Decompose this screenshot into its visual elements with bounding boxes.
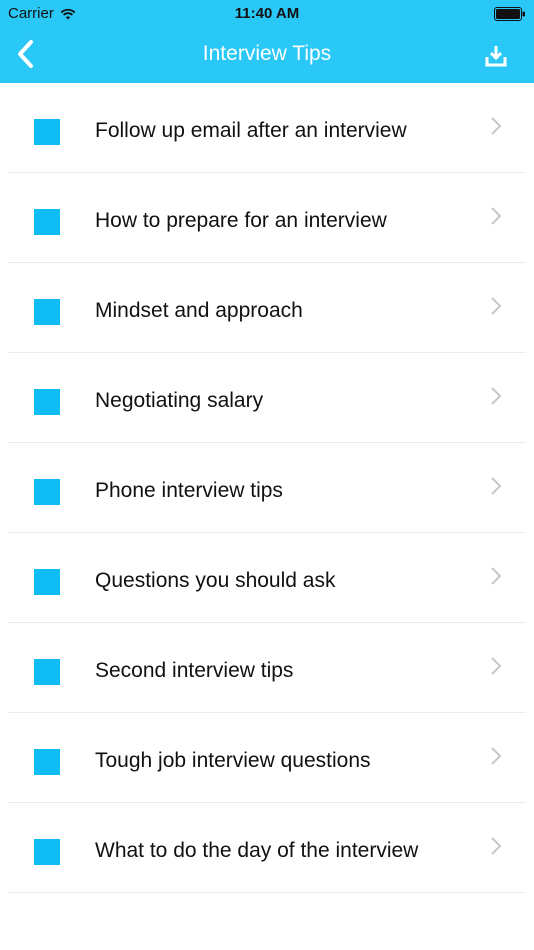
list-item[interactable]: What to do the day of the interview <box>0 803 534 893</box>
square-icon <box>34 209 60 235</box>
download-icon <box>485 46 507 67</box>
square-icon <box>34 119 60 145</box>
chevron-right-icon <box>491 747 502 765</box>
list-item[interactable]: How to prepare for an interview <box>0 173 534 263</box>
list-item-label: Mindset and approach <box>95 299 303 322</box>
square-icon <box>34 389 60 415</box>
list-item[interactable]: Tough job interview questions <box>0 713 534 803</box>
square-icon <box>34 839 60 865</box>
list-item-label: What to do the day of the interview <box>95 839 419 862</box>
nav-bar: Interview Tips <box>0 28 534 83</box>
list-item[interactable]: Negotiating salary <box>0 353 534 443</box>
square-icon <box>34 659 60 685</box>
download-button[interactable] <box>480 40 512 72</box>
chevron-right-icon <box>491 207 502 225</box>
list-item-label: Tough job interview questions <box>95 749 371 772</box>
header: Carrier 11:40 AM Interview Tips <box>0 0 534 83</box>
chevron-right-icon <box>491 567 502 585</box>
list-item-label: Negotiating salary <box>95 389 264 412</box>
status-bar: Carrier 11:40 AM <box>0 0 534 28</box>
list-item[interactable]: Follow up email after an interview <box>0 83 534 173</box>
list-item-label: Second interview tips <box>95 659 294 682</box>
list-item[interactable]: Questions you should ask <box>0 533 534 623</box>
list-item-label: How to prepare for an interview <box>95 209 387 232</box>
list-item[interactable]: Second interview tips <box>0 623 534 713</box>
chevron-right-icon <box>491 837 502 855</box>
chevron-right-icon <box>491 117 502 135</box>
list-item-label: Follow up email after an interview <box>95 119 407 142</box>
square-icon <box>34 479 60 505</box>
square-icon <box>34 749 60 775</box>
list-item-label: Questions you should ask <box>95 569 336 592</box>
list-item[interactable]: Mindset and approach <box>0 263 534 353</box>
list-item[interactable]: Phone interview tips <box>0 443 534 533</box>
chevron-right-icon <box>491 657 502 675</box>
interview-tips-list: Follow up email after an interview How t… <box>0 83 534 893</box>
battery-icon <box>494 7 525 21</box>
square-icon <box>34 299 60 325</box>
list-item-label: Phone interview tips <box>95 479 283 502</box>
chevron-right-icon <box>491 297 502 315</box>
chevron-right-icon <box>491 477 502 495</box>
status-time: 11:40 AM <box>234 5 300 22</box>
page-title: Interview Tips <box>202 42 332 65</box>
square-icon <box>34 569 60 595</box>
chevron-right-icon <box>491 387 502 405</box>
